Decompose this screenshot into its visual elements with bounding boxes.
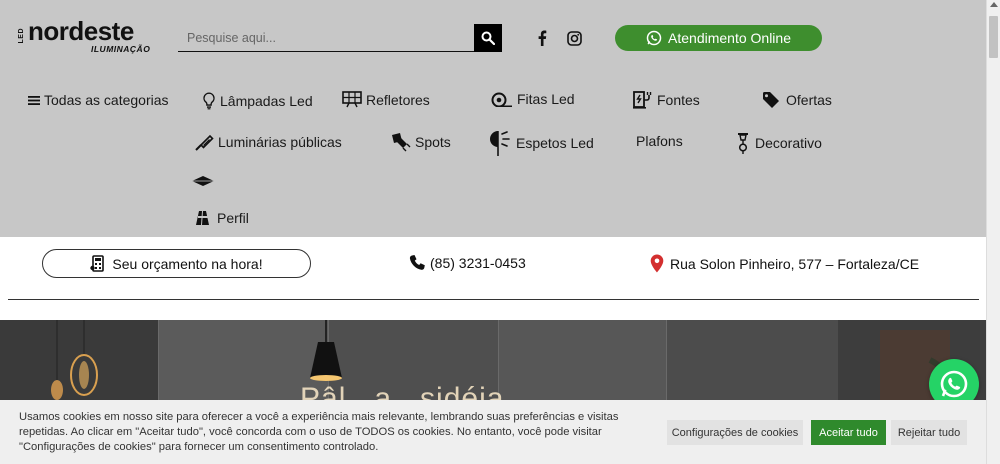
menu-item-decorativo[interactable]: Decorativo <box>735 132 822 154</box>
menu-item-fitas-led[interactable]: Fitas Led <box>491 91 575 107</box>
logo-led-text: LED <box>18 28 25 44</box>
address-link[interactable]: Rua Solon Pinheiro, 577 – Fortaleza/CE <box>650 254 919 273</box>
whatsapp-icon <box>646 30 662 46</box>
menu-item-label: Plafons <box>636 133 683 149</box>
menu-item-espetos-led[interactable]: Espetos Led <box>488 129 594 157</box>
menu-item-perfil[interactable]: Perfil <box>195 210 249 226</box>
menu-item-label: Ofertas <box>786 92 832 108</box>
decor-lamp-icon <box>738 133 748 154</box>
cookie-banner: Usamos cookies em nosso site para oferec… <box>0 400 986 464</box>
search-icon <box>481 31 495 45</box>
diamond-plafon-icon <box>192 176 214 186</box>
menu-item-label: Espetos Led <box>516 135 594 151</box>
menu-all-categories-label: Todas as categorias <box>44 92 169 108</box>
menu-item-label: Lâmpadas Led <box>220 93 313 109</box>
street-lamp-icon <box>195 134 214 151</box>
logo-brand-text: nordeste <box>28 16 134 46</box>
atendimento-online-label: Atendimento Online <box>668 30 791 46</box>
led-strip-icon <box>491 92 512 107</box>
instagram-link[interactable] <box>566 30 582 46</box>
menu-item-label: Luminárias públicas <box>218 134 342 150</box>
menu-item-label: Spots <box>415 134 451 150</box>
contact-divider <box>8 299 979 300</box>
address-text: Rua Solon Pinheiro, 577 – Fortaleza/CE <box>670 255 920 272</box>
menu-item-fontes[interactable]: Fontes <box>633 91 700 109</box>
menu-item-ofertas[interactable]: Ofertas <box>762 91 832 109</box>
facebook-icon <box>538 30 547 46</box>
menu-item-label: Perfil <box>217 210 249 226</box>
contact-bar: Seu orçamento na hora! (85) 3231-0453 Ru… <box>0 237 986 320</box>
menu-item-refletores[interactable]: Refletores <box>342 91 430 108</box>
reflector-icon <box>342 91 362 108</box>
logo-sub-text: ILUMINAÇÃO <box>91 44 151 54</box>
menu-item-label: Refletores <box>366 91 430 108</box>
location-pin-icon <box>650 254 664 273</box>
site-header: LED nordeste ILUMINAÇÃO Atendimento <box>0 0 986 237</box>
search-form <box>178 24 502 52</box>
phone-link[interactable]: (85) 3231-0453 <box>408 254 526 272</box>
phone-number: (85) 3231-0453 <box>430 255 526 271</box>
cookie-reject-button[interactable]: Rejeitar tudo <box>891 420 967 445</box>
scrollbar-thumb[interactable] <box>989 16 998 58</box>
menu-item-spots[interactable]: Spots <box>389 132 451 152</box>
atendimento-online-button[interactable]: Atendimento Online <box>615 25 822 51</box>
whatsapp-icon <box>940 370 968 398</box>
spot-icon <box>392 133 411 152</box>
menu-item-plafon-icon-only[interactable] <box>191 175 219 187</box>
menu-item-plafons[interactable]: Plafons <box>636 133 683 149</box>
menu-all-categories[interactable]: Todas as categorias <box>28 92 169 108</box>
search-input[interactable] <box>178 24 474 52</box>
facebook-link[interactable] <box>534 30 550 46</box>
scroll-up-arrow[interactable] <box>990 2 998 7</box>
page-scrollbar[interactable] <box>986 0 1000 464</box>
menu-item-label: Fitas Led <box>517 91 575 107</box>
menu-item-lampadas-led[interactable]: Lâmpadas Led <box>202 92 313 110</box>
cookie-text: Usamos cookies em nosso site para oferec… <box>19 411 619 453</box>
tag-icon <box>763 92 779 108</box>
menu-item-luminarias-publicas[interactable]: Luminárias públicas <box>194 133 342 151</box>
garden-spike-icon <box>490 131 510 156</box>
phone-icon <box>409 255 425 270</box>
menu-item-label: Fontes <box>657 92 700 108</box>
power-supply-icon <box>633 91 652 109</box>
profile-icon <box>196 211 209 225</box>
hamburger-menu-icon <box>28 95 40 105</box>
cookie-settings-button[interactable]: Configurações de cookies <box>667 420 803 445</box>
quote-button[interactable]: Seu orçamento na hora! <box>42 249 311 278</box>
bulb-icon <box>203 92 215 110</box>
menu-item-label: Decorativo <box>755 135 822 151</box>
quote-button-label: Seu orçamento na hora! <box>112 255 263 272</box>
cookie-accept-button[interactable]: Aceitar tudo <box>811 420 886 445</box>
instagram-icon <box>566 30 582 46</box>
search-button[interactable] <box>474 24 502 52</box>
calculator-icon <box>90 255 105 272</box>
